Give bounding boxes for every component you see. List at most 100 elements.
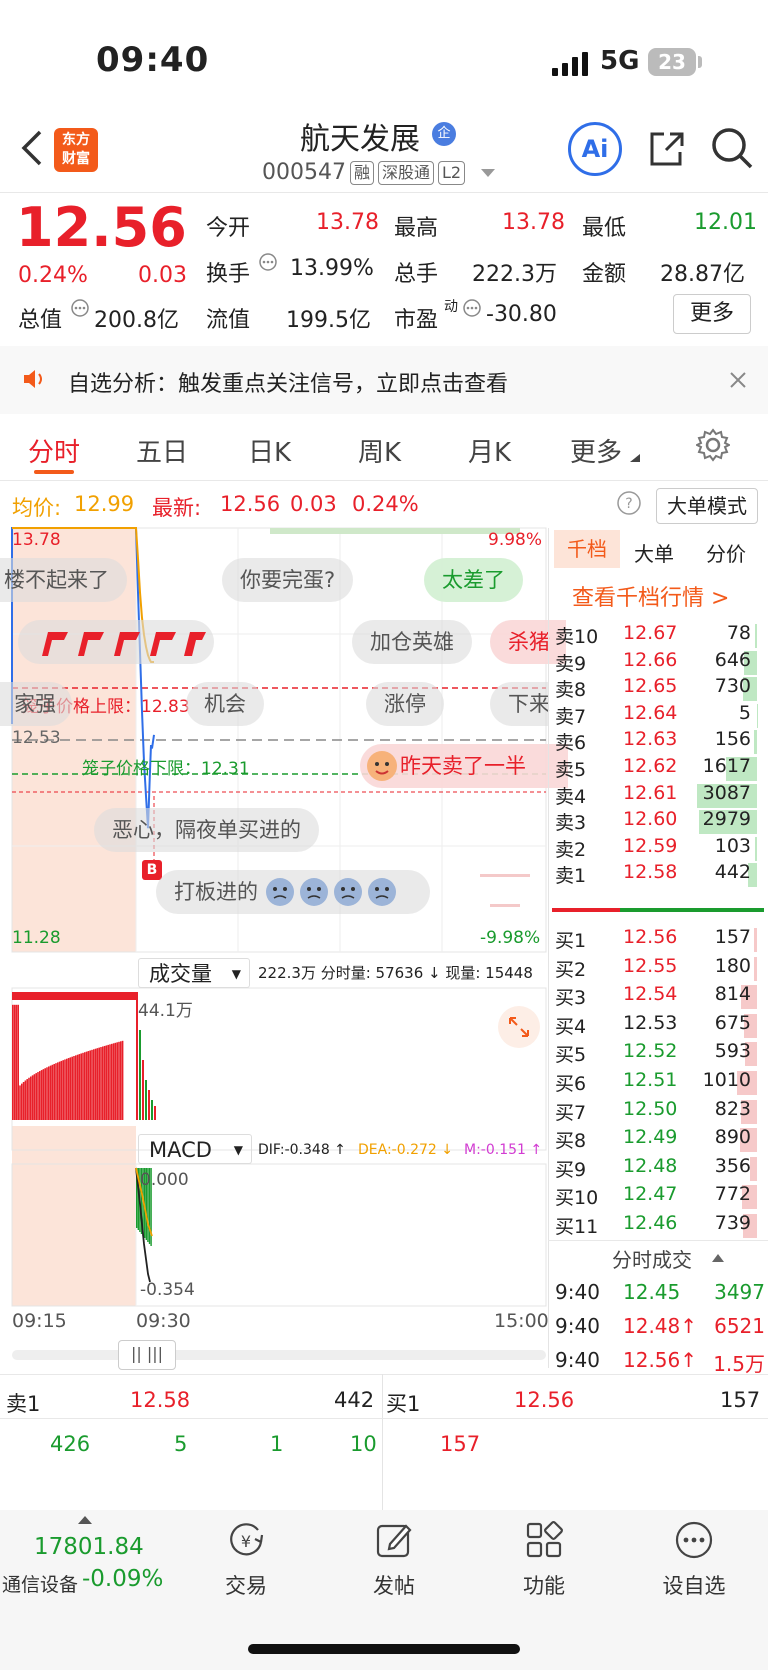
trade-icon[interactable]: ¥ — [226, 1520, 266, 1560]
tab-monthly-k[interactable]: 月K — [468, 432, 511, 469]
ask-level[interactable]: 卖10 12.67 78 — [555, 622, 765, 650]
comment-bubble[interactable]: 涨停 — [366, 682, 444, 726]
ask-level[interactable]: 卖7 12.64 5 — [555, 702, 765, 730]
comment-bubble[interactable]: 楼不起来了 — [0, 558, 127, 602]
search-icon[interactable] — [710, 126, 754, 170]
svg-text:?: ? — [625, 496, 632, 512]
ask-level[interactable]: 卖8 12.65 730 — [555, 675, 765, 703]
share-icon[interactable] — [646, 128, 686, 168]
bid-level[interactable]: 买5 12.52 593 — [555, 1040, 765, 1068]
bid-level[interactable]: 买1 12.56 157 — [555, 926, 765, 954]
ask-level[interactable]: 卖9 12.66 646 — [555, 649, 765, 677]
gear-icon[interactable] — [696, 428, 730, 462]
functions-icon[interactable] — [524, 1520, 564, 1560]
nav-post[interactable]: 发帖 — [344, 1570, 444, 1600]
tab-price-dist[interactable]: 分价 — [706, 538, 746, 567]
high-label: 最高 — [394, 216, 439, 241]
level-price: 12.53 — [623, 1011, 678, 1034]
level2-tag: L2 — [438, 160, 466, 185]
time-scrollbar[interactable] — [12, 1350, 546, 1360]
trade-price: 12.56↑ — [623, 1348, 698, 1372]
view-depth-link[interactable]: 查看千档行情 > — [572, 580, 729, 612]
comment-bubble[interactable]: 加仓英雄 — [352, 620, 472, 664]
stock-name: 航天发展 — [300, 122, 420, 157]
buy-marker[interactable]: B — [142, 860, 162, 880]
volume-bar — [24, 1080, 27, 1120]
low-label: 最低 — [582, 216, 627, 241]
comment-bubble[interactable]: 恶心，隔夜单买进的 — [94, 808, 319, 852]
nav-functions[interactable]: 功能 — [494, 1570, 594, 1600]
battery-tip — [698, 56, 702, 68]
bid-level[interactable]: 买6 12.51 1010 — [555, 1069, 765, 1097]
tab-weekly-k[interactable]: 周K — [358, 432, 401, 469]
level-price: 12.48 — [623, 1154, 678, 1177]
bid-level[interactable]: 买8 12.49 890 — [555, 1126, 765, 1154]
back-icon[interactable] — [18, 128, 48, 168]
tab-intraday[interactable]: 分时 — [28, 432, 80, 469]
comment-text: 打板进的 — [174, 880, 258, 904]
comment-bubble-sticker[interactable] — [18, 620, 214, 664]
comment-bubble[interactable]: 太差了 — [424, 558, 523, 602]
index-value[interactable]: 17801.84 — [34, 1534, 144, 1560]
bid-level[interactable]: 买11 12.46 739 — [555, 1212, 765, 1240]
volume-bar — [118, 1041, 120, 1120]
comment-bubble[interactable]: 你要完蛋? — [222, 558, 354, 602]
help-icon[interactable]: ? — [616, 490, 642, 516]
big-order-mode-button[interactable]: 大单模式 — [656, 488, 758, 524]
level-label: 买1 — [555, 930, 587, 952]
trade-time: 9:40 — [555, 1348, 600, 1372]
volume-bar — [84, 1052, 86, 1120]
volume-bar — [33, 1074, 36, 1120]
macd-indicator-select[interactable]: MACD ▼ — [138, 1134, 252, 1164]
bid-level[interactable]: 买9 12.48 356 — [555, 1155, 765, 1183]
pe-label: 市盈 — [394, 308, 439, 333]
bid-level[interactable]: 买10 12.47 772 — [555, 1183, 765, 1211]
tab-more[interactable]: 更多 — [570, 432, 622, 469]
index-pct[interactable]: -0.09% — [82, 1566, 163, 1592]
volume-bar — [12, 1004, 14, 1120]
scroll-handle[interactable]: || ||| — [118, 1340, 176, 1370]
volume-bar — [96, 1048, 99, 1120]
ai-button[interactable]: Ai — [568, 122, 622, 176]
bid-level[interactable]: 买7 12.50 823 — [555, 1098, 765, 1126]
comment-bubble[interactable]: 机会 — [186, 682, 264, 726]
stock-code-line[interactable]: 000547 融 深股通 L2 — [262, 160, 496, 185]
ask-level[interactable]: 卖5 12.62 1617 — [555, 755, 765, 783]
info-dots-icon[interactable] — [258, 252, 278, 272]
comment-bubble[interactable]: 家强 — [0, 682, 72, 726]
tab-thousand-level[interactable]: 千档 — [554, 530, 620, 568]
tab-daily-k[interactable]: 日K — [248, 432, 291, 469]
info-dots-icon[interactable] — [462, 298, 482, 318]
nav-trade[interactable]: 交易 — [196, 1570, 296, 1600]
divider — [548, 1240, 768, 1241]
volume-bar — [39, 1071, 41, 1120]
tab-five-day[interactable]: 五日 — [136, 432, 188, 469]
ask-level[interactable]: 卖4 12.61 3087 — [555, 782, 765, 810]
more-dots-icon[interactable] — [674, 1520, 714, 1560]
index-name[interactable]: 通信设备 — [2, 1570, 78, 1597]
macd-dif: DIF:-0.348 ↑ — [258, 1142, 346, 1158]
ask-level[interactable]: 卖6 12.63 156 — [555, 728, 765, 756]
post-icon[interactable] — [374, 1520, 414, 1560]
comment-bubble[interactable]: 下来 — [490, 682, 550, 726]
volume-indicator-select[interactable]: 成交量 ▼ — [138, 958, 250, 988]
comment-bubble[interactable]: 打板进的 — [156, 870, 430, 914]
bid-level[interactable]: 买4 12.53 675 — [555, 1012, 765, 1040]
bid-level[interactable]: 买3 12.54 814 — [555, 983, 765, 1011]
trades-title[interactable]: 分时成交 — [612, 1244, 692, 1273]
nav-add-watchlist[interactable]: 设自选 — [644, 1570, 744, 1600]
bid-level[interactable]: 买2 12.55 180 — [555, 955, 765, 983]
chevron-down-icon — [481, 168, 496, 177]
ask-level[interactable]: 卖3 12.60 2979 — [555, 808, 765, 836]
expand-button[interactable] — [498, 1006, 540, 1048]
more-button[interactable]: 更多 — [673, 294, 751, 334]
info-dots-icon[interactable] — [70, 298, 90, 318]
close-icon[interactable] — [728, 370, 748, 390]
trade-time: 9:40 — [555, 1314, 600, 1338]
level-volume: 1010 — [702, 1069, 751, 1091]
mcap-value: 200.8亿 — [94, 308, 179, 333]
ask-level[interactable]: 卖2 12.59 103 — [555, 835, 765, 863]
ask-level[interactable]: 卖1 12.58 442 — [555, 861, 765, 889]
open-value: 13.78 — [316, 210, 379, 235]
tab-big-order[interactable]: 大单 — [634, 538, 674, 567]
